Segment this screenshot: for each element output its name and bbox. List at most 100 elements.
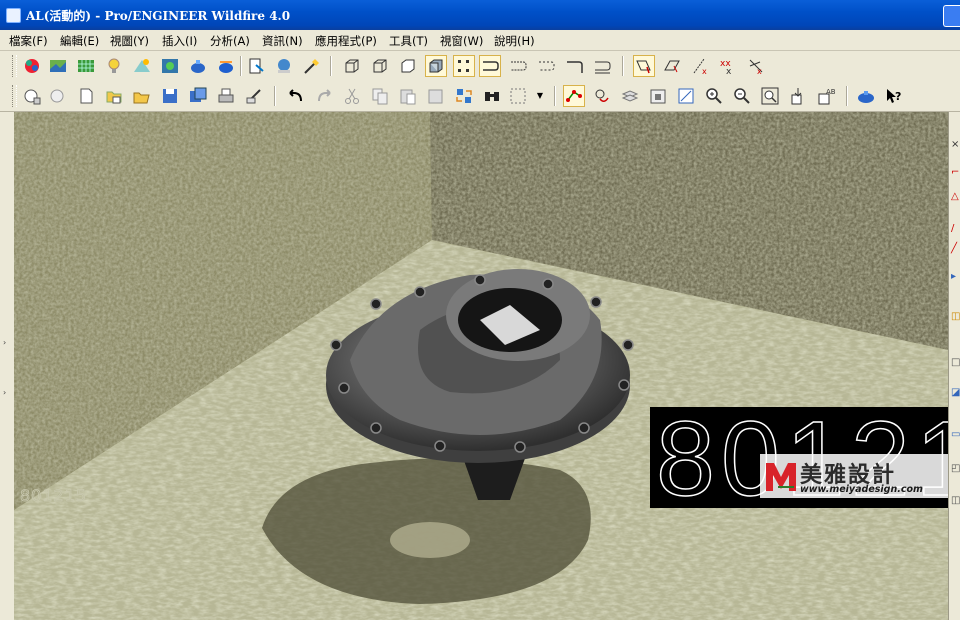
texture-icon[interactable] (76, 56, 96, 76)
sketch-icon[interactable]: / (951, 224, 954, 234)
blank-page-icon[interactable] (76, 86, 96, 106)
environment-icon[interactable] (132, 56, 152, 76)
copy-icon[interactable] (370, 86, 390, 106)
paste-special-icon[interactable] (426, 86, 446, 106)
toolbar-separator (622, 56, 624, 76)
zoom-fit-icon[interactable] (760, 86, 780, 106)
send-icon[interactable] (244, 86, 264, 106)
menu-info[interactable]: 資訊(N) (262, 33, 303, 49)
dropdown-icon[interactable]: ▼ (530, 86, 550, 106)
sketch-icon[interactable]: △ (951, 192, 959, 202)
print-icon[interactable] (216, 86, 236, 106)
open-session-icon[interactable] (48, 86, 68, 106)
refit-icon[interactable] (676, 86, 696, 106)
annotation-icon[interactable] (592, 56, 612, 76)
menu-help[interactable]: 說明(H) (494, 33, 535, 49)
menu-insert[interactable]: 插入(I) (162, 33, 197, 49)
shading-icon[interactable] (425, 55, 447, 77)
sketch-icon[interactable]: ╱ (951, 244, 957, 254)
sketch-axis-icon[interactable] (662, 56, 682, 76)
graphics-viewport[interactable]: 801215 801215 美雅設計 www.meiyadesign.com (14, 112, 948, 620)
close-icon[interactable]: × (951, 140, 959, 150)
feature-icon[interactable]: ▭ (951, 430, 960, 440)
paste-icon[interactable] (398, 86, 418, 106)
model-tree-icon[interactable] (563, 85, 585, 107)
menu-edit[interactable]: 編輯(E) (60, 33, 99, 49)
view-manager-icon[interactable] (648, 86, 668, 106)
saved-view-icon[interactable] (274, 56, 294, 76)
zoom-out-icon[interactable] (732, 86, 752, 106)
toolbar-separator (240, 56, 242, 76)
brand-watermark: 美雅設計 www.meiyadesign.com (760, 454, 948, 498)
datum-axis-icon[interactable] (508, 56, 528, 76)
render-icon[interactable] (856, 86, 876, 106)
no-hidden-icon[interactable] (398, 56, 418, 76)
menu-view[interactable]: 視圖(Y) (110, 33, 149, 49)
feature-icon[interactable]: ◰ (951, 464, 960, 474)
light-bulb-icon[interactable] (104, 56, 124, 76)
undo-icon[interactable] (286, 86, 306, 106)
orient-icon[interactable] (246, 56, 266, 76)
redo-icon[interactable] (314, 86, 334, 106)
wireframe-icon[interactable] (342, 56, 362, 76)
new-icon[interactable] (22, 86, 42, 106)
scene-icon[interactable] (160, 56, 180, 76)
feature-icon[interactable]: ◫ (951, 312, 960, 322)
appearance-icon[interactable] (22, 56, 42, 76)
sketch-plane-icon[interactable] (633, 55, 655, 77)
spin-center-icon[interactable] (48, 56, 68, 76)
rendered-scene (14, 112, 948, 620)
feature-icon[interactable]: □ (951, 358, 960, 368)
sketch-csys-icon[interactable]: xx x (718, 56, 738, 77)
selection-box-icon[interactable] (508, 86, 528, 106)
sketch-csys-icon[interactable]: x (746, 56, 766, 76)
toolbar-grip[interactable] (12, 55, 17, 77)
reorient-icon[interactable] (788, 86, 808, 106)
watermark-text: 801215 (20, 486, 88, 506)
regenerate-icon[interactable] (454, 86, 474, 106)
sketch-point-icon[interactable]: x (690, 56, 710, 76)
toolbar-grip[interactable] (12, 85, 17, 107)
svg-text:AB: AB (826, 88, 836, 96)
expand-arrow-icon[interactable]: › (3, 388, 6, 397)
sketch-icon[interactable]: ⌐ (951, 168, 959, 178)
title-bar: AL(活動的) - Pro/ENGINEER Wildfire 4.0 (0, 0, 960, 30)
toolbar-top: x xx x x (0, 51, 960, 81)
datum-point-icon[interactable] (536, 56, 556, 76)
datum-plane-icon[interactable] (479, 55, 501, 77)
cut-icon[interactable] (342, 86, 362, 106)
zoom-in-icon[interactable] (704, 86, 724, 106)
window-title: AL(活動的) - Pro/ENGINEER Wildfire 4.0 (26, 9, 291, 23)
window-control-button[interactable] (943, 5, 960, 27)
context-help-icon[interactable]: ? (884, 86, 904, 106)
svg-text:x: x (757, 67, 762, 76)
open-icon[interactable] (132, 86, 152, 106)
datum-display-icon[interactable] (453, 55, 475, 77)
spin-icon[interactable] (592, 86, 612, 106)
toolbar-separator (330, 56, 332, 76)
menu-window[interactable]: 視窗(W) (440, 33, 483, 49)
left-dock-edge[interactable]: › › (0, 112, 15, 620)
coordinate-system-icon[interactable] (564, 56, 584, 76)
find-icon[interactable] (482, 86, 502, 106)
open-folder-icon[interactable] (104, 86, 124, 106)
zoom-wand-icon[interactable] (302, 56, 322, 76)
save-icon[interactable] (160, 86, 180, 106)
expand-arrow-icon[interactable]: › (3, 338, 6, 347)
save-copy-icon[interactable] (188, 86, 208, 106)
feature-icon[interactable]: ◪ (951, 388, 960, 398)
svg-text:x: x (702, 67, 707, 76)
menu-analysis[interactable]: 分析(A) (210, 33, 250, 49)
feature-icon[interactable]: ◫ (951, 496, 960, 506)
layers-icon[interactable] (620, 86, 640, 106)
right-dock-edge[interactable]: × ⌐ △ / ╱ ▸ ◫ □ ◪ ▭ ◰ ◫ (948, 112, 960, 620)
menu-file[interactable]: 檔案(F) (9, 33, 48, 49)
menu-applications[interactable]: 應用程式(P) (315, 33, 377, 49)
realtime-render-icon[interactable] (216, 56, 236, 76)
toolbar-bottom: ▼ AB ? (0, 81, 960, 112)
render-teapot-icon[interactable] (188, 56, 208, 76)
hidden-line-icon[interactable] (370, 56, 390, 76)
feature-icon[interactable]: ▸ (951, 272, 956, 282)
annotation-ab-icon[interactable]: AB (816, 86, 836, 106)
menu-tools[interactable]: 工具(T) (389, 33, 428, 49)
